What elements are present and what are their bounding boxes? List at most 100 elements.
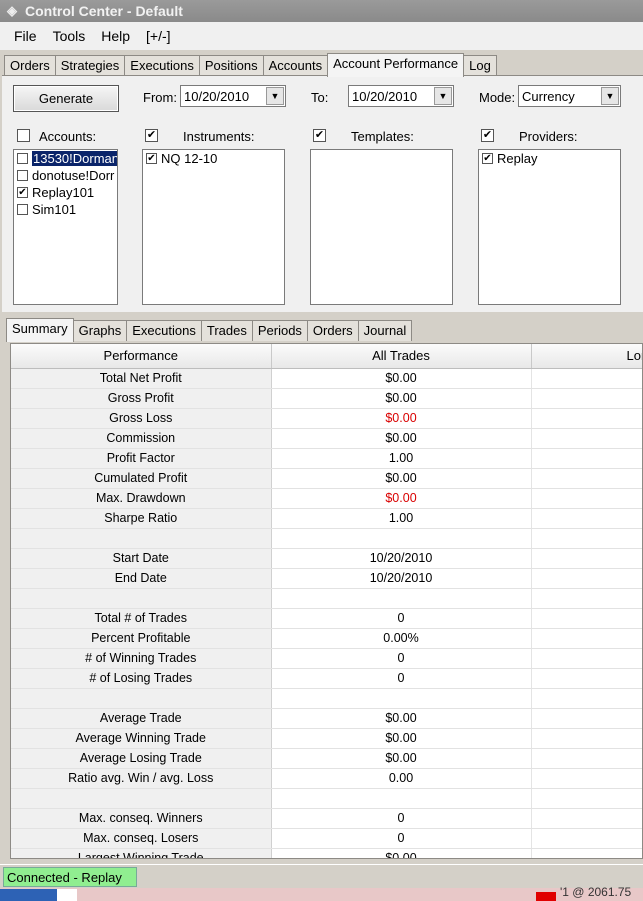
taskbar-gap — [57, 889, 77, 901]
table-row[interactable]: Cumulated Profit $0.00 — [11, 468, 642, 489]
accounts-list[interactable]: 13530!Dorman donotuse!Dorr ✔ Replay101 Sim10… — [13, 149, 118, 305]
tab-strategies[interactable]: Strategies — [54, 55, 126, 76]
metric-value-long-trades — [531, 628, 642, 649]
providers-all-checkbox[interactable]: ✔ — [481, 129, 494, 142]
subtab-summary[interactable]: Summary — [6, 318, 74, 342]
metric-value-all-trades: $0.00 — [271, 428, 532, 449]
column-header-performance[interactable]: Performance — [11, 344, 272, 369]
list-item-label: Replay — [497, 151, 538, 166]
to-label: To: — [311, 90, 329, 105]
metric-value-long-trades — [531, 428, 642, 449]
table-row[interactable]: End Date 10/20/2010 — [11, 568, 642, 589]
list-item[interactable]: 13530!Dorman — [14, 150, 117, 167]
table-row[interactable]: Total Net Profit $0.00 — [11, 368, 642, 389]
checkbox[interactable] — [17, 204, 28, 215]
templates-all-checkbox[interactable]: ✔ — [313, 129, 326, 142]
price-marker-text: '1 @ 2061.75 — [560, 885, 632, 899]
tab-executions[interactable]: Executions — [124, 55, 200, 76]
metric-value-long-trades — [531, 768, 642, 789]
tab-log[interactable]: Log — [463, 55, 497, 76]
status-bar: Connected - Replay — [0, 864, 643, 888]
mode-select[interactable]: Currency ▼ — [518, 85, 621, 107]
list-item[interactable]: Sim101 — [14, 201, 117, 218]
metric-value-all-trades: $0.00 — [271, 488, 532, 509]
metric-value-long-trades — [531, 528, 642, 549]
table-row[interactable]: Average Losing Trade $0.00 — [11, 748, 642, 769]
table-row[interactable]: Largest Winning Trade $0.00 — [11, 848, 642, 858]
checkbox[interactable]: ✔ — [482, 153, 493, 164]
templates-list[interactable] — [310, 149, 453, 305]
checkbox[interactable]: ✔ — [17, 187, 28, 198]
table-row[interactable]: Commission $0.00 — [11, 428, 642, 449]
list-item-label: donotuse!Dorr — [32, 168, 115, 183]
table-row[interactable]: Max. conseq. Losers 0 — [11, 828, 642, 849]
instruments-label: Instruments: — [183, 129, 255, 144]
menu-item[interactable]: [+/-] — [138, 28, 179, 44]
table-row[interactable]: Start Date 10/20/2010 — [11, 548, 642, 569]
metric-value-all-trades: 0 — [271, 808, 532, 829]
list-item[interactable]: ✔ Replay101 — [14, 184, 117, 201]
table-row[interactable]: Ratio avg. Win / avg. Loss 0.00 — [11, 768, 642, 789]
subtab-journal[interactable]: Journal — [357, 320, 413, 341]
metric-value-all-trades — [271, 688, 532, 709]
subtab-graphs[interactable]: Graphs — [72, 320, 128, 341]
column-header-long-trades[interactable]: Lon — [531, 344, 642, 369]
to-date-picker[interactable]: 10/20/2010 ▼ — [348, 85, 454, 107]
tab-account-performance[interactable]: Account Performance — [327, 53, 465, 77]
tab-positions[interactable]: Positions — [198, 55, 264, 76]
metric-name: Total # of Trades — [11, 608, 272, 629]
table-row[interactable]: Sharpe Ratio 1.00 — [11, 508, 642, 529]
metric-value-all-trades: $0.00 — [271, 848, 532, 858]
metric-name: Average Losing Trade — [11, 748, 272, 769]
table-row[interactable]: Average Winning Trade $0.00 — [11, 728, 642, 749]
list-item[interactable]: ✔ NQ 12-10 — [143, 150, 284, 167]
metric-value-long-trades — [531, 508, 642, 529]
subtab-orders[interactable]: Orders — [306, 320, 359, 341]
table-row[interactable] — [11, 788, 642, 809]
chevron-down-icon[interactable]: ▼ — [266, 87, 284, 105]
performance-table-container[interactable]: Performance All Trades Lon Total Net Pro… — [10, 343, 643, 859]
table-row[interactable]: Gross Profit $0.00 — [11, 388, 642, 409]
table-row[interactable]: # of Winning Trades 0 — [11, 648, 642, 669]
list-item[interactable]: ✔ Replay — [479, 150, 620, 167]
subtab-periods[interactable]: Periods — [251, 320, 308, 341]
tab-accounts[interactable]: Accounts — [262, 55, 329, 76]
table-row[interactable]: Average Trade $0.00 — [11, 708, 642, 729]
table-row[interactable] — [11, 588, 642, 609]
table-header-row: Performance All Trades Lon — [11, 344, 642, 369]
metric-name: Gross Loss — [11, 408, 272, 429]
accounts-all-checkbox[interactable] — [17, 129, 30, 142]
column-header-all-trades[interactable]: All Trades — [271, 344, 532, 369]
list-item[interactable]: donotuse!Dorr — [14, 167, 117, 184]
instruments-list[interactable]: ✔ NQ 12-10 — [142, 149, 285, 305]
tab-orders[interactable]: Orders — [4, 55, 56, 76]
instruments-all-checkbox[interactable]: ✔ — [145, 129, 158, 142]
metric-value-long-trades — [531, 568, 642, 589]
subtab-executions[interactable]: Executions — [126, 320, 202, 341]
checkbox[interactable] — [17, 153, 28, 164]
from-date-picker[interactable]: 10/20/2010 ▼ — [180, 85, 286, 107]
table-row[interactable]: Percent Profitable 0.00% — [11, 628, 642, 649]
table-row[interactable]: Total # of Trades 0 — [11, 608, 642, 629]
generate-button[interactable]: Generate — [13, 85, 119, 112]
table-row[interactable] — [11, 528, 642, 549]
menu-help[interactable]: Help — [93, 28, 138, 44]
table-row[interactable]: Gross Loss $0.00 — [11, 408, 642, 429]
checkbox[interactable]: ✔ — [146, 153, 157, 164]
metric-value-all-trades: 0 — [271, 648, 532, 669]
providers-list[interactable]: ✔ Replay — [478, 149, 621, 305]
table-row[interactable]: Profit Factor 1.00 — [11, 448, 642, 469]
menu-tools[interactable]: Tools — [45, 28, 94, 44]
chevron-down-icon[interactable]: ▼ — [434, 87, 452, 105]
chevron-down-icon[interactable]: ▼ — [601, 87, 619, 105]
accounts-label: Accounts: — [39, 129, 97, 144]
metric-value-long-trades — [531, 468, 642, 489]
subtab-trades[interactable]: Trades — [200, 320, 253, 341]
table-row[interactable] — [11, 688, 642, 709]
checkbox[interactable] — [17, 170, 28, 181]
metric-name: End Date — [11, 568, 272, 589]
table-row[interactable]: Max. Drawdown $0.00 — [11, 488, 642, 509]
table-row[interactable]: Max. conseq. Winners 0 — [11, 808, 642, 829]
table-row[interactable]: # of Losing Trades 0 — [11, 668, 642, 689]
menu-file[interactable]: File — [6, 28, 45, 44]
